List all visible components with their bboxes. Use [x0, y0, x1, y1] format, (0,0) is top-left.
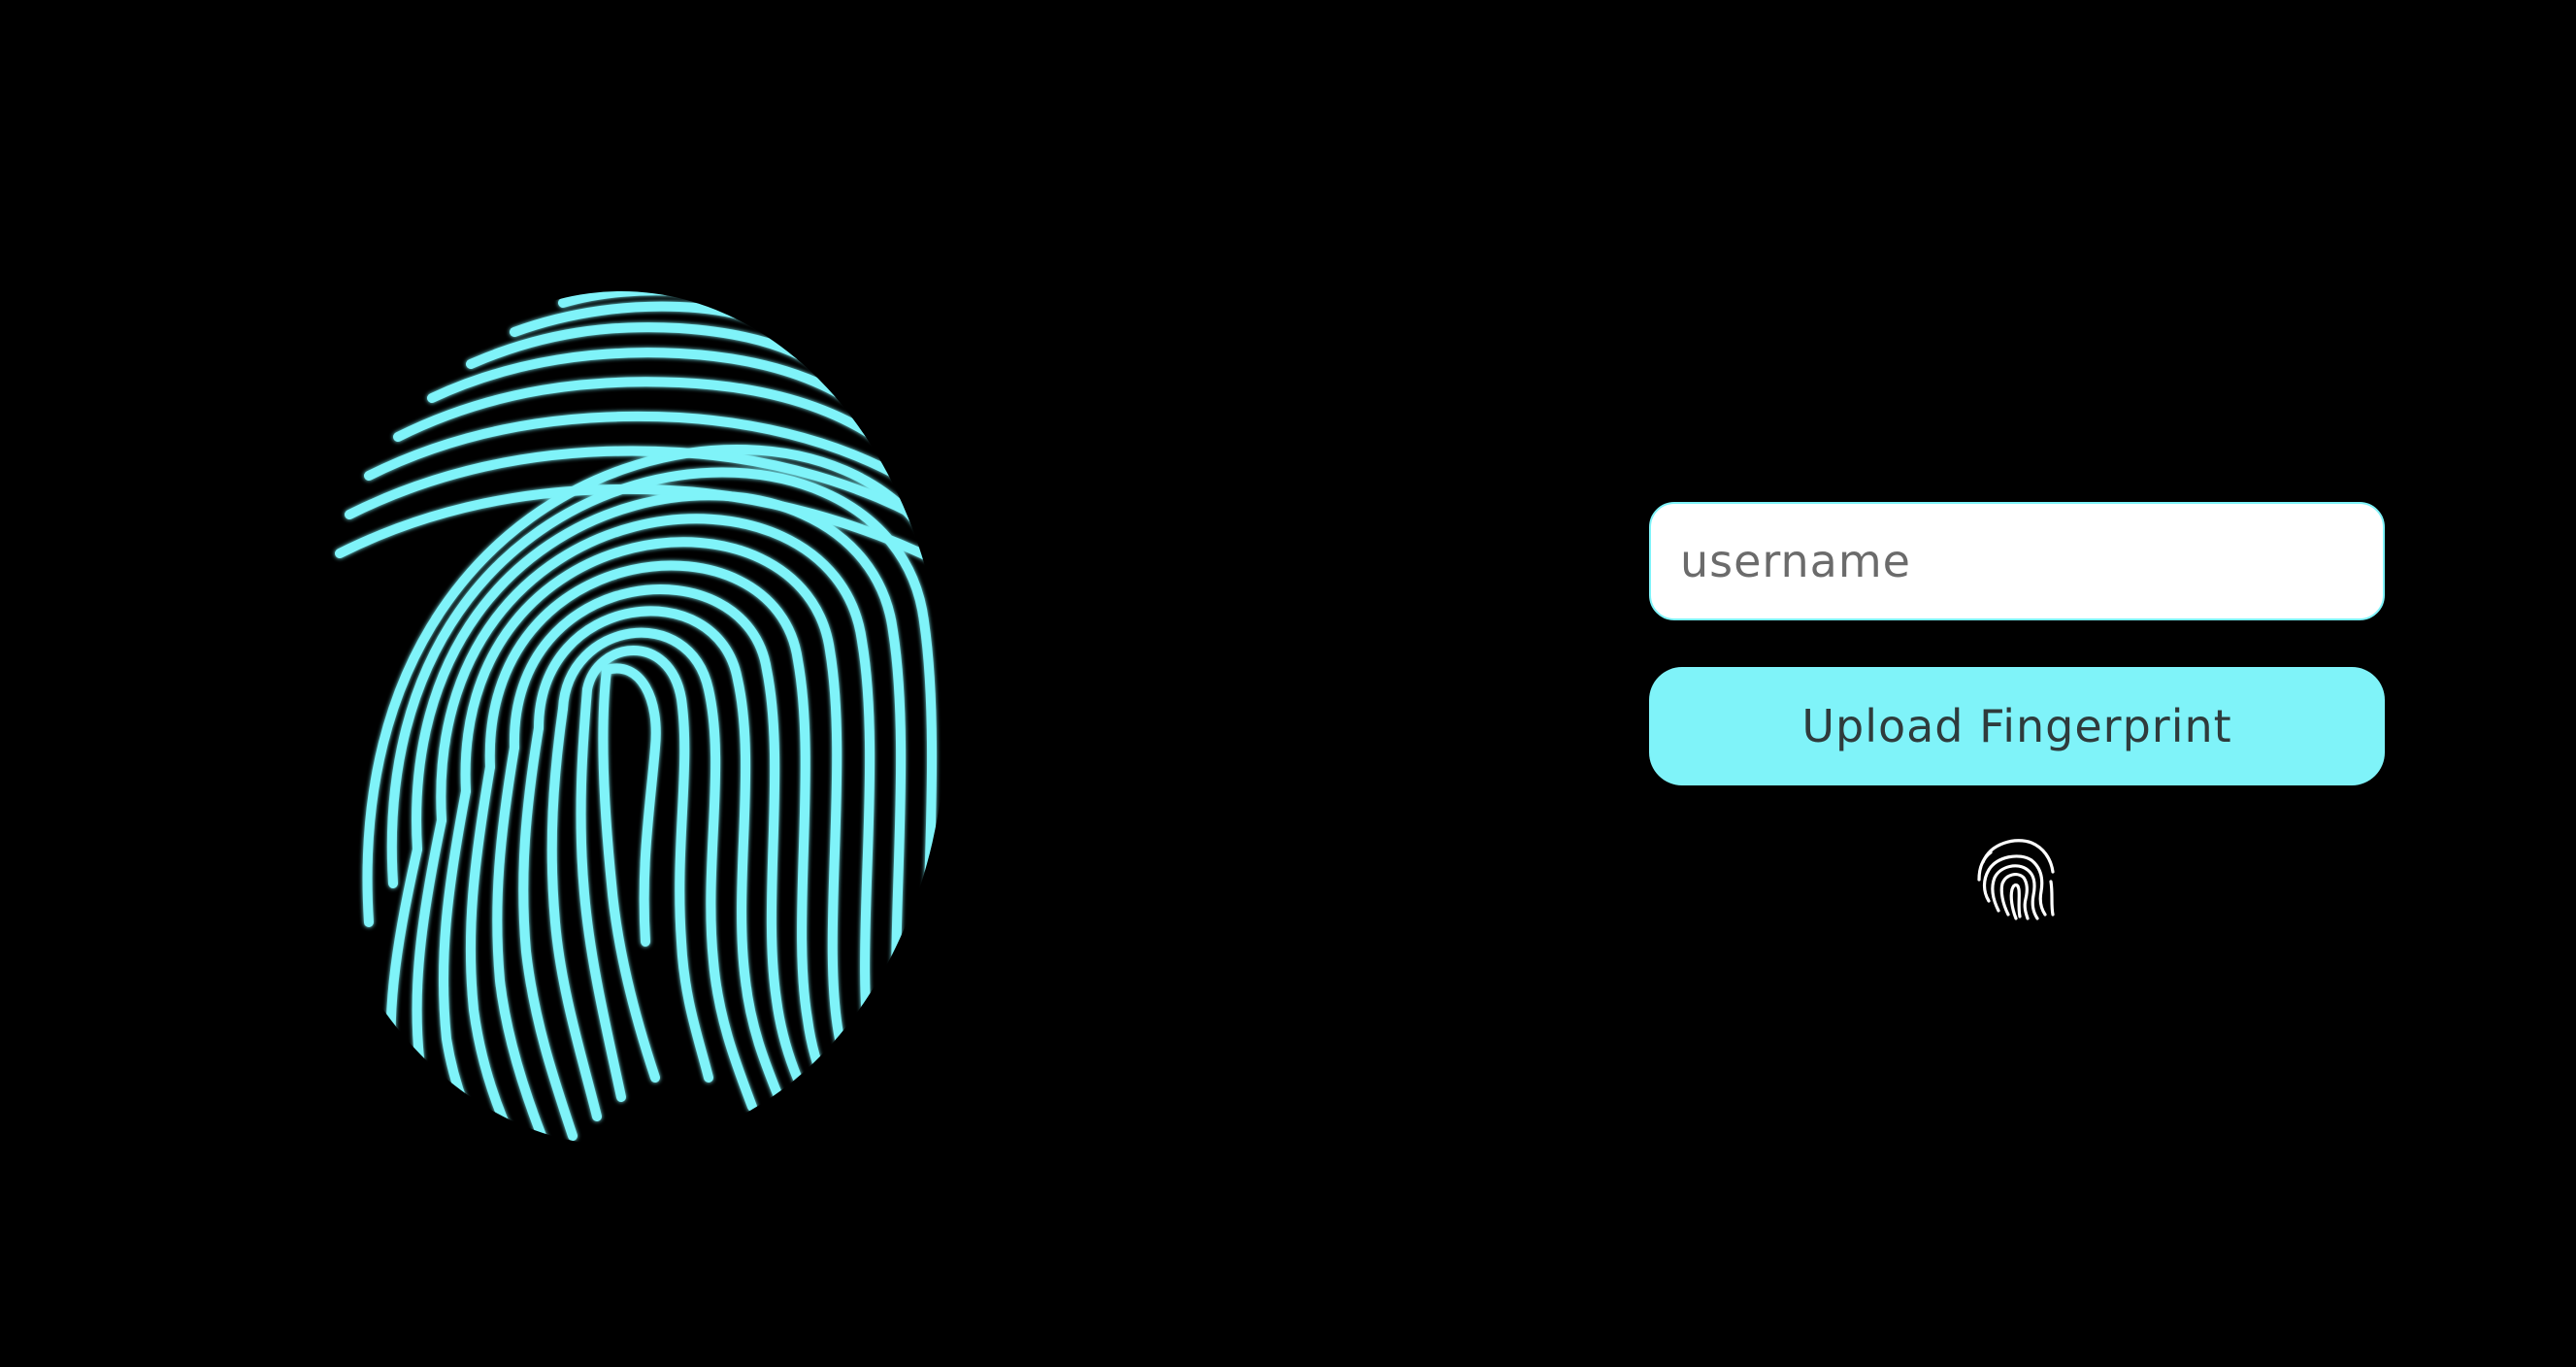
upload-fingerprint-label: Upload Fingerprint [1801, 700, 2232, 752]
username-input[interactable] [1649, 502, 2385, 620]
hero-fingerprint-icon [262, 262, 980, 1165]
fingerprint-icon [1969, 829, 2063, 922]
login-form: Upload Fingerprint [1649, 502, 2385, 785]
upload-fingerprint-button[interactable]: Upload Fingerprint [1649, 667, 2385, 785]
fingerprint-login-screen: Upload Fingerprint [0, 0, 2576, 1367]
